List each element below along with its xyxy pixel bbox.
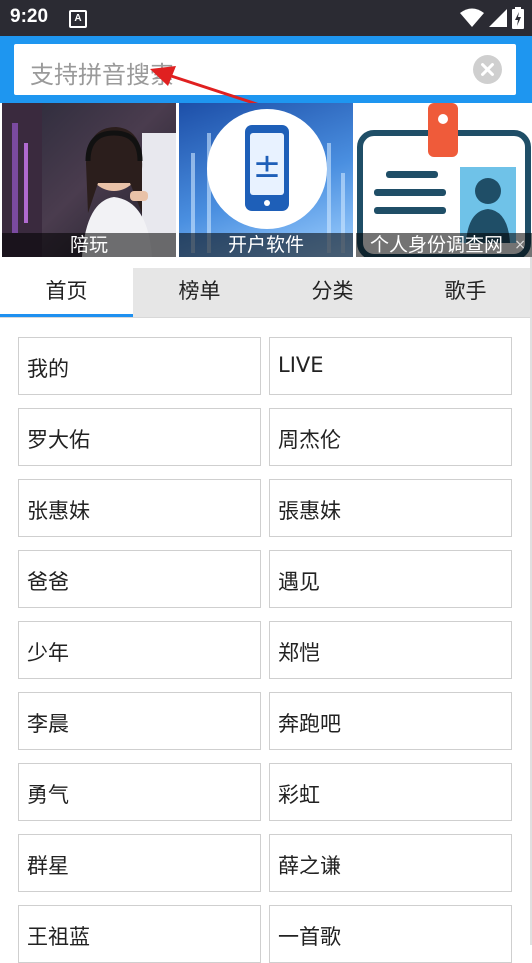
list-item-label: 周杰伦 [278,428,341,452]
wifi-icon [460,8,484,27]
divider [0,317,532,318]
banner-carousel[interactable]: 陪玩 ± 开户软件 个人身份调查网 × [0,103,532,257]
search-placeholder: 支持拼音搜索 [30,61,174,89]
status-time: 9:20 [10,6,49,27]
svg-text:±: ± [253,146,282,186]
list-item[interactable]: LIVE [269,337,512,395]
search-header: 支持拼音搜索 [0,36,532,103]
notification-icon: A [69,10,87,28]
list-item[interactable]: 周杰伦 [269,408,512,466]
battery-icon [512,7,524,29]
list-item-label: 奔跑吧 [278,712,341,736]
list-item-label: 爸爸 [27,570,69,594]
list-item[interactable]: 遇见 [269,550,512,608]
list-item[interactable]: 爸爸 [18,550,261,608]
tab-bar: 首页 榜单 分类 歌手 [0,268,532,317]
list-item-label: 勇气 [27,783,69,807]
list-item[interactable]: 我的 [18,337,261,395]
list-item[interactable]: 一首歌 [269,905,512,963]
list-item[interactable]: 少年 [18,621,261,679]
clear-icon[interactable] [473,55,502,84]
list-item[interactable]: 群星 [18,834,261,892]
banner-caption: 个人身份调查网 [356,233,532,257]
list-item[interactable]: 彩虹 [269,763,512,821]
banner-card-kaihu[interactable]: ± 开户软件 [179,103,353,257]
list-item-label: 王祖蓝 [27,925,90,949]
list-item-label: 彩虹 [278,783,320,807]
tab-singers[interactable]: 歌手 [399,268,532,317]
list-item[interactable]: 張惠妹 [269,479,512,537]
list-item[interactable]: 郑恺 [269,621,512,679]
list-item-label: 一首歌 [278,925,341,949]
ad-close-icon[interactable]: × [514,237,526,253]
tab-home[interactable]: 首页 [0,268,133,317]
status-bar: 9:20 A [0,0,532,36]
list-item[interactable]: 奔跑吧 [269,692,512,750]
status-icons [460,7,524,29]
list-item[interactable]: 勇气 [18,763,261,821]
signal-icon [489,9,507,27]
list-item[interactable]: 李晨 [18,692,261,750]
tab-categories[interactable]: 分类 [266,268,399,317]
search-input[interactable]: 支持拼音搜索 [14,44,516,95]
list-item[interactable]: 张惠妹 [18,479,261,537]
list-item-label: 我的 [27,357,69,381]
list-item-label: 郑恺 [278,641,320,665]
list-item-label: 遇见 [278,570,320,594]
tab-charts[interactable]: 榜单 [133,268,266,317]
list-item[interactable]: 王祖蓝 [18,905,261,963]
list-item-label: 罗大佑 [27,428,90,452]
banner-card-peiwan[interactable]: 陪玩 [2,103,176,257]
list-item-label: 張惠妹 [278,499,341,523]
banner-caption: 开户软件 [179,233,353,257]
list-item-label: 薛之谦 [278,854,341,878]
list-item[interactable]: 薛之谦 [269,834,512,892]
list-item-label: 李晨 [27,712,69,736]
banner-card-id-check[interactable]: 个人身份调查网 × [356,103,532,257]
list-item-label: 张惠妹 [27,499,90,523]
list-item[interactable]: 罗大佑 [18,408,261,466]
banner-caption: 陪玩 [2,233,176,257]
list-item-label: 群星 [27,854,69,878]
list-item-label: LIVE [278,353,324,377]
list-item-label: 少年 [27,641,69,665]
